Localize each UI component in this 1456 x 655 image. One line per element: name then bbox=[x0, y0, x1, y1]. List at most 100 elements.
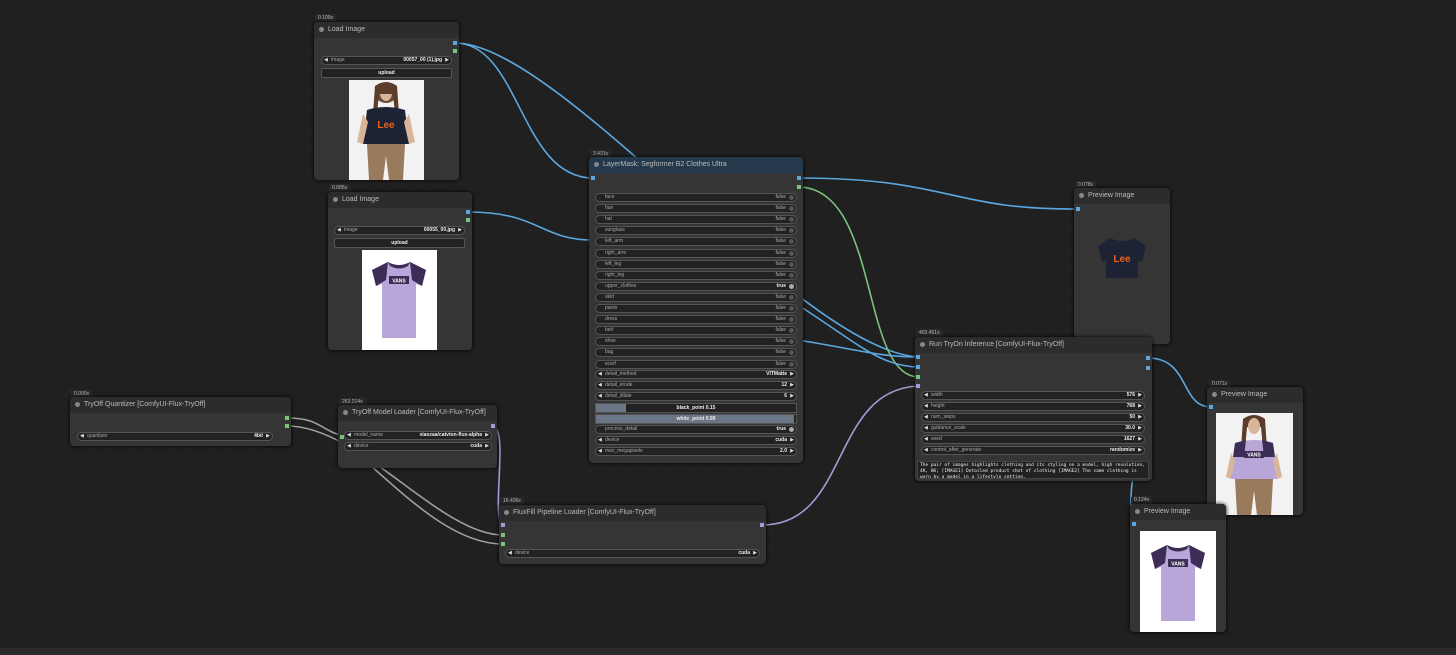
toggle-scarf[interactable]: scarf false bbox=[595, 359, 797, 369]
output-port-quantizer-2[interactable] bbox=[285, 424, 289, 428]
detail-dilate-stepper[interactable]: ◀ detail_dilate 6 ▶ bbox=[595, 392, 797, 401]
toggle-skirt[interactable]: skirt false bbox=[595, 292, 797, 302]
toggle-right-arm[interactable]: right_arm false bbox=[595, 248, 797, 258]
image-selector[interactable]: ◀ image 00055_00.jpg ▶ bbox=[334, 226, 465, 235]
output-port-pipe[interactable] bbox=[760, 523, 764, 527]
node-title[interactable]: Preview Image bbox=[1207, 387, 1303, 403]
input-port-model-image[interactable] bbox=[916, 355, 920, 359]
quantizer-selector[interactable]: ◀ quantizer 4bit ▶ bbox=[77, 432, 273, 441]
node-title[interactable]: TryOff Quantizer [ComfyUI-Flux-TryOff] bbox=[70, 397, 291, 413]
arrow-left-icon[interactable]: ◀ bbox=[924, 392, 928, 399]
output-port-mask[interactable] bbox=[797, 185, 801, 189]
output-port-image[interactable] bbox=[466, 210, 470, 214]
output-port-garment[interactable] bbox=[1146, 366, 1150, 370]
param-guidance-scale[interactable]: ◀ guidance_scale 30.0 ▶ bbox=[921, 424, 1145, 433]
node-title[interactable]: LayerMask: Segformer B2 Clothes Ultra bbox=[589, 157, 803, 173]
input-port-images[interactable] bbox=[1209, 405, 1213, 409]
node-title[interactable]: Load Image bbox=[314, 22, 459, 38]
preview-image-node-1[interactable]: Preview Image Lee bbox=[1074, 188, 1170, 344]
toggle-face[interactable]: face false bbox=[595, 193, 797, 202]
load-image-node-2[interactable]: Load Image ◀ image 00055_00.jpg ▶ upload… bbox=[328, 192, 472, 350]
toggle-sunglass[interactable]: sunglass false bbox=[595, 226, 797, 236]
param-seed[interactable]: ◀ seed 1627 ▶ bbox=[921, 435, 1145, 444]
image-selector[interactable]: ◀ image 00057_00 (1).jpg ▶ bbox=[321, 56, 452, 65]
input-port-images[interactable] bbox=[1132, 522, 1136, 526]
detail-method-selector[interactable]: ◀ detail_method VITMatte ▶ bbox=[595, 370, 797, 379]
toggle-shoe[interactable]: shoe false bbox=[595, 337, 797, 347]
toggle-value: false bbox=[775, 194, 786, 200]
prompt-textarea[interactable]: The pair of images highlights clothing a… bbox=[917, 461, 1149, 479]
arrow-right-icon[interactable]: ▶ bbox=[458, 227, 462, 234]
arrow-left-icon[interactable]: ◀ bbox=[924, 447, 928, 454]
arrow-left-icon[interactable]: ◀ bbox=[924, 403, 928, 410]
toggle-bag[interactable]: bag false bbox=[595, 348, 797, 358]
param-control-after-generate[interactable]: ◀ control_after_generate randomize ▶ bbox=[921, 446, 1145, 455]
segformer-clothes-node[interactable]: LayerMask: Segformer B2 Clothes Ultra fa… bbox=[589, 157, 803, 463]
arrow-right-icon[interactable]: ▶ bbox=[445, 57, 449, 64]
input-port-images[interactable] bbox=[1076, 207, 1080, 211]
toggle-upper-clothes[interactable]: upper_clothes true bbox=[595, 281, 797, 291]
input-port-garment-image[interactable] bbox=[916, 365, 920, 369]
param-height[interactable]: ◀ height 768 ▶ bbox=[921, 402, 1145, 411]
arrow-left-icon[interactable]: ◀ bbox=[337, 227, 341, 234]
output-port-tryon[interactable] bbox=[1146, 356, 1150, 360]
max-megapixels-stepper[interactable]: ◀ max_megapixels 2.0 ▶ bbox=[595, 447, 797, 456]
arrow-left-icon[interactable]: ◀ bbox=[924, 414, 928, 421]
arrow-left-icon[interactable]: ◀ bbox=[924, 436, 928, 443]
param-width[interactable]: ◀ width 576 ▶ bbox=[921, 391, 1145, 400]
device-selector[interactable]: ◀ device cuda ▶ bbox=[595, 436, 797, 445]
input-port-quantizer[interactable] bbox=[501, 533, 505, 537]
output-port-quantizer[interactable] bbox=[285, 416, 289, 420]
toggle-left-leg[interactable]: left_leg false bbox=[595, 259, 797, 269]
arrow-right-icon[interactable]: ▶ bbox=[1138, 425, 1142, 432]
arrow-left-icon[interactable]: ◀ bbox=[324, 57, 328, 64]
node-title[interactable]: FluxFill Pipeline Loader [ComfyUI-Flux-T… bbox=[499, 505, 766, 521]
toggle-dress[interactable]: dress false bbox=[595, 315, 797, 325]
node-title[interactable]: TryOff Model Loader [ComfyUI-Flux-TryOff… bbox=[338, 405, 497, 421]
white-point-slider[interactable]: white_point 0.99 bbox=[595, 414, 797, 424]
input-port-quantizer-2[interactable] bbox=[501, 542, 505, 546]
preview-image-node-3[interactable]: Preview Image VANS bbox=[1130, 504, 1226, 632]
arrow-left-icon[interactable]: ◀ bbox=[924, 425, 928, 432]
output-port-model[interactable] bbox=[491, 424, 495, 428]
model-name-selector[interactable]: ◀ model_name xiaozaa/catvton-flux-alpha ▶ bbox=[344, 431, 492, 440]
upload-button[interactable]: upload bbox=[321, 68, 452, 78]
param-num-steps[interactable]: ◀ num_steps 50 ▶ bbox=[921, 413, 1145, 422]
input-port-mask[interactable] bbox=[916, 375, 920, 379]
toggle-belt[interactable]: belt false bbox=[595, 326, 797, 336]
input-port-image[interactable] bbox=[591, 176, 595, 180]
tryoff-quantizer-node[interactable]: TryOff Quantizer [ComfyUI-Flux-TryOff] ◀… bbox=[70, 397, 291, 446]
preview-image-node-2[interactable]: Preview Image VANS bbox=[1207, 387, 1303, 515]
arrow-right-icon[interactable]: ▶ bbox=[1138, 447, 1142, 454]
output-port-mask[interactable] bbox=[466, 218, 470, 222]
device-selector[interactable]: ◀ device cuda ▶ bbox=[344, 442, 492, 451]
toggle-hat[interactable]: hat false bbox=[595, 215, 797, 225]
arrow-right-icon[interactable]: ▶ bbox=[1138, 392, 1142, 399]
toggle-right-leg[interactable]: right_leg false bbox=[595, 270, 797, 280]
node-title[interactable]: Run TryOn Inference [ComfyUI-Flux-TryOff… bbox=[915, 337, 1152, 353]
process-detail-toggle[interactable]: process_detail true bbox=[595, 425, 797, 434]
fluxfill-pipeline-loader-node[interactable]: FluxFill Pipeline Loader [ComfyUI-Flux-T… bbox=[499, 505, 766, 564]
device-selector[interactable]: ◀ device cuda ▶ bbox=[505, 549, 760, 558]
toggle-hair[interactable]: hair false bbox=[595, 204, 797, 214]
tryoff-model-loader-node[interactable]: TryOff Model Loader [ComfyUI-Flux-TryOff… bbox=[338, 405, 497, 468]
node-title[interactable]: Preview Image bbox=[1130, 504, 1226, 520]
black-point-slider[interactable]: black_point 0.15 bbox=[595, 403, 797, 413]
arrow-right-icon[interactable]: ▶ bbox=[1138, 414, 1142, 421]
load-image-node-1[interactable]: Load Image ◀ image 00057_00 (1).jpg ▶ up… bbox=[314, 22, 459, 180]
output-port-mask[interactable] bbox=[453, 49, 457, 53]
arrow-right-icon[interactable]: ▶ bbox=[1138, 403, 1142, 410]
output-port-image[interactable] bbox=[453, 41, 457, 45]
toggle-dot bbox=[789, 272, 794, 278]
input-port-pipe[interactable] bbox=[916, 384, 920, 388]
toggle-pants[interactable]: pants false bbox=[595, 304, 797, 313]
tryon-inference-node[interactable]: Run TryOn Inference [ComfyUI-Flux-TryOff… bbox=[915, 337, 1152, 481]
node-title[interactable]: Load Image bbox=[328, 192, 472, 208]
output-port-image[interactable] bbox=[797, 176, 801, 180]
arrow-right-icon[interactable]: ▶ bbox=[1138, 436, 1142, 443]
detail-erode-stepper[interactable]: ◀ detail_erode 12 ▶ bbox=[595, 381, 797, 390]
node-title[interactable]: Preview Image bbox=[1074, 188, 1170, 204]
input-port-model[interactable] bbox=[501, 523, 505, 527]
upload-button[interactable]: upload bbox=[334, 238, 465, 248]
toggle-left-arm[interactable]: left_arm false bbox=[595, 237, 797, 247]
